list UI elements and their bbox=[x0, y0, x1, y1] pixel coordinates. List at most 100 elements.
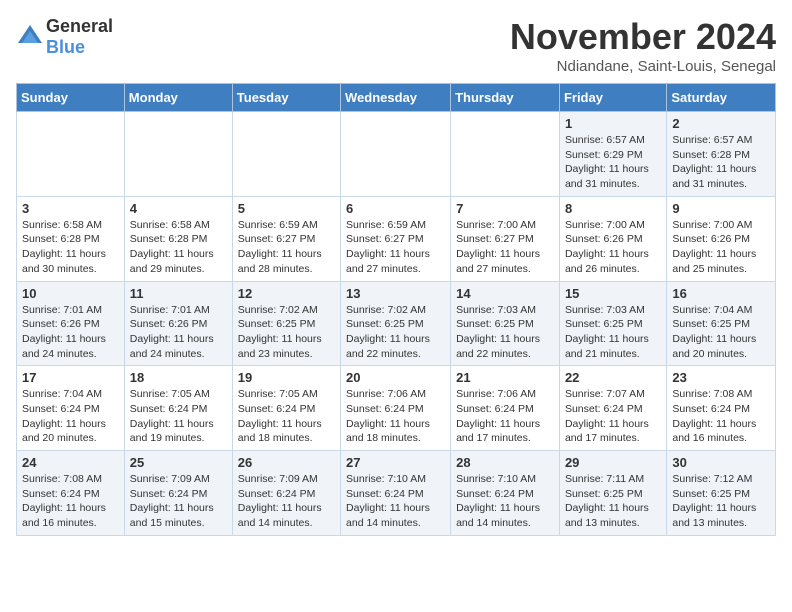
day-number: 22 bbox=[565, 370, 661, 385]
calendar-cell: 24Sunrise: 7:08 AM Sunset: 6:24 PM Dayli… bbox=[17, 451, 125, 536]
day-info: Sunrise: 7:06 AM Sunset: 6:24 PM Dayligh… bbox=[456, 387, 554, 446]
calendar-cell: 8Sunrise: 7:00 AM Sunset: 6:26 PM Daylig… bbox=[559, 196, 666, 281]
calendar-week-row: 10 Sunrise: 7:01 AM Sunset: 6:26 PM Dayli… bbox=[17, 281, 776, 366]
day-number: 14 bbox=[456, 286, 554, 301]
logo: General Blue bbox=[16, 16, 113, 58]
calendar-cell: 2 Sunrise: 6:57 AM Sunset: 6:28 PM Daylig… bbox=[667, 112, 776, 197]
calendar-cell: 28 Sunrise: 7:10 AM Sunset: 6:24 PM Dayli… bbox=[451, 451, 560, 536]
calendar-header-row: Sunday Monday Tuesday Wednesday Thursday… bbox=[17, 84, 776, 112]
day-info: Sunrise: 7:10 AM Sunset: 6:24 PM Dayligh… bbox=[456, 472, 554, 531]
day-number: 29 bbox=[565, 455, 661, 470]
day-info: Sunrise: 7:04 AM Sunset: 6:25 PM Dayligh… bbox=[672, 303, 770, 362]
day-info: Sunrise: 6:58 AM Sunset: 6:28 PM Dayligh… bbox=[22, 218, 119, 277]
day-number: 12 bbox=[238, 286, 335, 301]
calendar-cell: 16 Sunrise: 7:04 AM Sunset: 6:25 PM Dayli… bbox=[667, 281, 776, 366]
day-info: Sunrise: 6:58 AM Sunset: 6:28 PM Dayligh… bbox=[130, 218, 227, 277]
calendar-week-row: 3 Sunrise: 6:58 AM Sunset: 6:28 PM Daylig… bbox=[17, 196, 776, 281]
calendar-cell: 20 Sunrise: 7:06 AM Sunset: 6:24 PM Dayli… bbox=[341, 366, 451, 451]
header-tuesday: Tuesday bbox=[232, 84, 340, 112]
day-info: Sunrise: 7:06 AM Sunset: 6:24 PM Dayligh… bbox=[346, 387, 445, 446]
day-number: 1 bbox=[565, 116, 661, 131]
day-number: 27 bbox=[346, 455, 445, 470]
day-info: Sunrise: 7:10 AM Sunset: 6:24 PM Dayligh… bbox=[346, 472, 445, 531]
day-number: 28 bbox=[456, 455, 554, 470]
calendar-cell: 1 Sunrise: 6:57 AM Sunset: 6:29 PM Daylig… bbox=[559, 112, 666, 197]
calendar-cell: 9 Sunrise: 7:00 AM Sunset: 6:26 PM Daylig… bbox=[667, 196, 776, 281]
day-number: 21 bbox=[456, 370, 554, 385]
day-info: Sunrise: 6:59 AM Sunset: 6:27 PM Dayligh… bbox=[346, 218, 445, 277]
day-info: Sunrise: 7:12 AM Sunset: 6:25 PM Dayligh… bbox=[672, 472, 770, 531]
day-number: 10 bbox=[22, 286, 119, 301]
day-number: 3 bbox=[22, 201, 119, 216]
header-sunday: Sunday bbox=[17, 84, 125, 112]
day-number: 23 bbox=[672, 370, 770, 385]
day-number: 24 bbox=[22, 455, 119, 470]
day-info: Sunrise: 7:00 AM Sunset: 6:27 PM Dayligh… bbox=[456, 218, 554, 277]
calendar-cell: 3 Sunrise: 6:58 AM Sunset: 6:28 PM Daylig… bbox=[17, 196, 125, 281]
day-number: 7 bbox=[456, 201, 554, 216]
title-area: November 2024 Ndiandane, Saint-Louis, Se… bbox=[510, 16, 776, 75]
calendar-table: Sunday Monday Tuesday Wednesday Thursday… bbox=[16, 83, 776, 536]
day-number: 13 bbox=[346, 286, 445, 301]
day-info: Sunrise: 7:02 AM Sunset: 6:25 PM Dayligh… bbox=[238, 303, 335, 362]
day-number: 2 bbox=[672, 116, 770, 131]
header: General Blue November 2024 Ndiandane, Sa… bbox=[16, 16, 776, 75]
calendar-cell: 11 Sunrise: 7:01 AM Sunset: 6:26 PM Dayli… bbox=[124, 281, 232, 366]
day-info: Sunrise: 7:02 AM Sunset: 6:25 PM Dayligh… bbox=[346, 303, 445, 362]
header-wednesday: Wednesday bbox=[341, 84, 451, 112]
calendar-week-row: 24Sunrise: 7:08 AM Sunset: 6:24 PM Dayli… bbox=[17, 451, 776, 536]
calendar-cell: 6 Sunrise: 6:59 AM Sunset: 6:27 PM Daylig… bbox=[341, 196, 451, 281]
calendar-cell: 12 Sunrise: 7:02 AM Sunset: 6:25 PM Dayli… bbox=[232, 281, 340, 366]
day-info: Sunrise: 7:11 AM Sunset: 6:25 PM Dayligh… bbox=[565, 472, 661, 531]
day-info: Sunrise: 6:59 AM Sunset: 6:27 PM Dayligh… bbox=[238, 218, 335, 277]
day-info: Sunrise: 6:57 AM Sunset: 6:28 PM Dayligh… bbox=[672, 133, 770, 192]
calendar-cell: 17 Sunrise: 7:04 AM Sunset: 6:24 PM Dayli… bbox=[17, 366, 125, 451]
calendar-cell: 21 Sunrise: 7:06 AM Sunset: 6:24 PM Dayli… bbox=[451, 366, 560, 451]
day-info: Sunrise: 7:04 AM Sunset: 6:24 PM Dayligh… bbox=[22, 387, 119, 446]
day-number: 20 bbox=[346, 370, 445, 385]
calendar-cell: 14 Sunrise: 7:03 AM Sunset: 6:25 PM Dayli… bbox=[451, 281, 560, 366]
day-number: 8 bbox=[565, 201, 661, 216]
day-number: 19 bbox=[238, 370, 335, 385]
day-info: Sunrise: 7:07 AM Sunset: 6:24 PM Dayligh… bbox=[565, 387, 661, 446]
calendar-cell bbox=[451, 112, 560, 197]
calendar-cell: 5 Sunrise: 6:59 AM Sunset: 6:27 PM Daylig… bbox=[232, 196, 340, 281]
day-number: 4 bbox=[130, 201, 227, 216]
calendar-cell: 29 Sunrise: 7:11 AM Sunset: 6:25 PM Dayli… bbox=[559, 451, 666, 536]
day-number: 5 bbox=[238, 201, 335, 216]
header-thursday: Thursday bbox=[451, 84, 560, 112]
header-saturday: Saturday bbox=[667, 84, 776, 112]
day-info: Sunrise: 7:01 AM Sunset: 6:26 PM Dayligh… bbox=[22, 303, 119, 362]
calendar-cell: 25Sunrise: 7:09 AM Sunset: 6:24 PM Dayli… bbox=[124, 451, 232, 536]
calendar-cell bbox=[232, 112, 340, 197]
day-info: Sunrise: 7:00 AM Sunset: 6:26 PM Dayligh… bbox=[672, 218, 770, 277]
calendar-cell: 23Sunrise: 7:08 AM Sunset: 6:24 PM Dayli… bbox=[667, 366, 776, 451]
day-number: 11 bbox=[130, 286, 227, 301]
calendar-week-row: 17 Sunrise: 7:04 AM Sunset: 6:24 PM Dayli… bbox=[17, 366, 776, 451]
header-friday: Friday bbox=[559, 84, 666, 112]
calendar-cell: 22 Sunrise: 7:07 AM Sunset: 6:24 PM Dayli… bbox=[559, 366, 666, 451]
day-info: Sunrise: 7:09 AM Sunset: 6:24 PM Dayligh… bbox=[238, 472, 335, 531]
calendar-cell bbox=[124, 112, 232, 197]
calendar-cell: 18Sunrise: 7:05 AM Sunset: 6:24 PM Dayli… bbox=[124, 366, 232, 451]
day-number: 6 bbox=[346, 201, 445, 216]
calendar-cell: 4 Sunrise: 6:58 AM Sunset: 6:28 PM Daylig… bbox=[124, 196, 232, 281]
day-number: 16 bbox=[672, 286, 770, 301]
day-info: Sunrise: 6:57 AM Sunset: 6:29 PM Dayligh… bbox=[565, 133, 661, 192]
calendar-cell: 19 Sunrise: 7:05 AM Sunset: 6:24 PM Dayli… bbox=[232, 366, 340, 451]
day-number: 18 bbox=[130, 370, 227, 385]
calendar-cell: 13 Sunrise: 7:02 AM Sunset: 6:25 PM Dayli… bbox=[341, 281, 451, 366]
calendar-cell: 26Sunrise: 7:09 AM Sunset: 6:24 PM Dayli… bbox=[232, 451, 340, 536]
logo-blue: Blue bbox=[46, 37, 85, 57]
month-title: November 2024 bbox=[510, 16, 776, 58]
day-number: 9 bbox=[672, 201, 770, 216]
subtitle: Ndiandane, Saint-Louis, Senegal bbox=[510, 58, 776, 75]
day-info: Sunrise: 7:03 AM Sunset: 6:25 PM Dayligh… bbox=[456, 303, 554, 362]
day-number: 30 bbox=[672, 455, 770, 470]
day-info: Sunrise: 7:05 AM Sunset: 6:24 PM Dayligh… bbox=[238, 387, 335, 446]
calendar-week-row: 1 Sunrise: 6:57 AM Sunset: 6:29 PM Daylig… bbox=[17, 112, 776, 197]
day-info: Sunrise: 7:01 AM Sunset: 6:26 PM Dayligh… bbox=[130, 303, 227, 362]
day-info: Sunrise: 7:09 AM Sunset: 6:24 PM Dayligh… bbox=[130, 472, 227, 531]
calendar-cell: 10 Sunrise: 7:01 AM Sunset: 6:26 PM Dayli… bbox=[17, 281, 125, 366]
day-number: 17 bbox=[22, 370, 119, 385]
